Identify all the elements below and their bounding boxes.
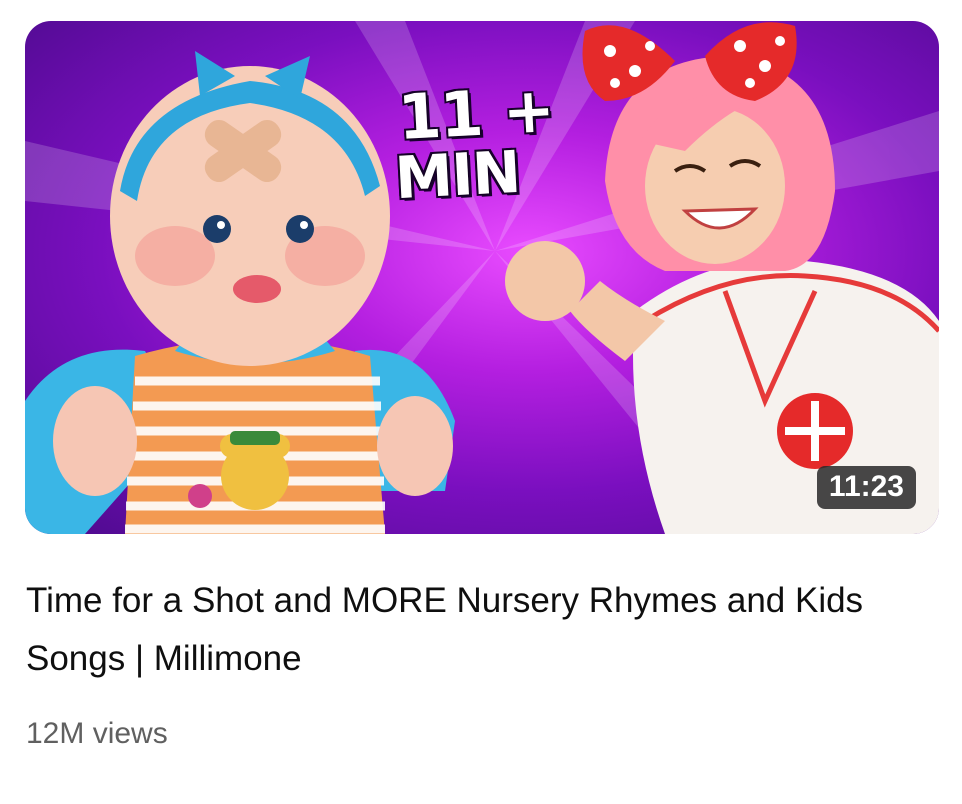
video-thumbnail[interactable]: 11 + MIN 11:23 bbox=[25, 21, 939, 534]
doll-figure bbox=[25, 51, 455, 534]
video-title[interactable]: Time for a Shot and MORE Nursery Rhymes … bbox=[26, 572, 926, 688]
view-count: 12M views bbox=[26, 717, 168, 750]
thumbnail-overlay-bottom-text: MIN bbox=[393, 137, 522, 213]
video-card: 11 + MIN 11:23 Time for a Shot and MORE … bbox=[0, 0, 962, 804]
thumbnail-overlay-top-text: 11 + bbox=[396, 72, 556, 155]
duration-badge: 11:23 bbox=[816, 466, 916, 509]
